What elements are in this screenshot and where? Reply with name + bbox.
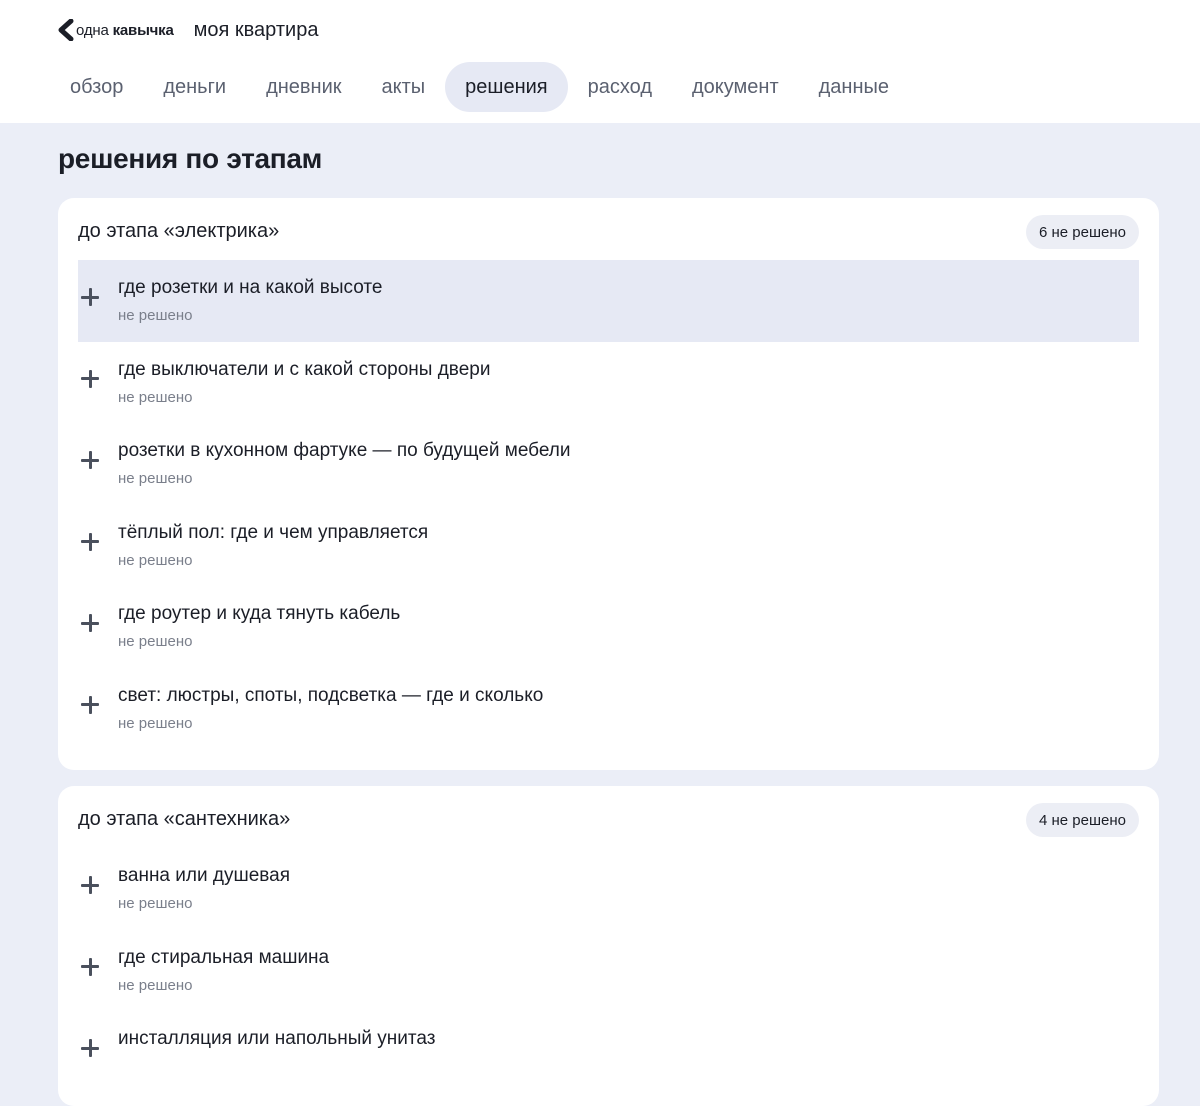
logo-text-light: одна [76, 21, 109, 39]
item-status: не решено [118, 551, 193, 569]
decision-group-electrics: до этапа «электрика» 6 не решено где роз… [58, 198, 1159, 770]
tab-expense[interactable]: расход [568, 62, 672, 112]
item-title: инсталляция или напольный унитаз [118, 1028, 436, 1050]
list-item[interactable]: розетки в кухонном фартуке — по будущей … [78, 423, 1139, 505]
plus-icon[interactable] [81, 876, 99, 894]
tab-acts[interactable]: акты [362, 62, 446, 112]
plus-icon[interactable] [81, 451, 99, 470]
plus-icon[interactable] [81, 957, 99, 976]
tab-diary[interactable]: дневник [246, 62, 361, 112]
item-title: где розетки и на какой высоте [118, 277, 383, 298]
item-status: не решено [118, 976, 193, 994]
tab-money[interactable]: деньги [143, 62, 246, 112]
item-status: не решено [118, 895, 193, 912]
group-title: до этапа «сантехника» [78, 808, 291, 830]
item-title: тёплый пол: где и чем управляется [118, 521, 429, 543]
plus-icon[interactable] [81, 369, 99, 388]
chevron-quote-icon [56, 19, 74, 41]
item-title: где стиральная машина [118, 946, 330, 968]
tab-overview[interactable]: обзор [50, 62, 143, 112]
list-item[interactable]: где выключатели и с какой стороны двери … [78, 342, 1139, 424]
list-item[interactable]: свет: люстры, споты, подсветка — где и с… [78, 668, 1139, 750]
status-badge: 6 не решено [1026, 215, 1139, 249]
group-title: до этапа «электрика» [78, 220, 280, 242]
plus-icon[interactable] [81, 288, 99, 306]
plus-icon[interactable] [81, 532, 99, 551]
item-title: где роутер и куда тянуть кабель [118, 603, 401, 625]
page-title: решения по этапам [58, 143, 323, 174]
project-name: моя квартира [193, 18, 319, 41]
item-status: не решено [118, 470, 193, 488]
decision-list: где розетки и на какой высоте не решено … [78, 260, 1139, 750]
list-item[interactable]: инсталляция или напольный унитаз [78, 1011, 1139, 1093]
decision-list: ванна или душевая не решено где стиральн… [78, 848, 1139, 1093]
item-title: ванна или душевая [118, 865, 291, 886]
item-status: не решено [118, 307, 193, 324]
plus-icon[interactable] [81, 695, 99, 714]
item-status: не решено [118, 714, 193, 732]
tab-data[interactable]: данные [799, 62, 909, 112]
item-title: свет: люстры, споты, подсветка — где и с… [118, 684, 544, 706]
list-item[interactable]: где стиральная машина не решено [78, 930, 1139, 1012]
tab-decisions[interactable]: решения [445, 62, 568, 112]
item-status: не решено [118, 633, 193, 651]
plus-icon[interactable] [81, 614, 99, 633]
app-header: одна кавычка моя квартира обзор деньги д… [0, 0, 1200, 123]
item-title: розетки в кухонном фартуке — по будущей … [118, 440, 571, 462]
decision-group-plumbing: до этапа «сантехника» 4 не решено ванна … [58, 786, 1159, 1106]
plus-icon[interactable] [81, 1039, 99, 1058]
status-badge: 4 не решено [1026, 803, 1139, 837]
brand-row: одна кавычка моя квартира [56, 16, 318, 44]
tab-bar: обзор деньги дневник акты решения расход… [50, 62, 909, 112]
item-title: где выключатели и с какой стороны двери [118, 358, 491, 380]
list-item[interactable]: где розетки и на какой высоте не решено [78, 260, 1139, 342]
list-item[interactable]: тёплый пол: где и чем управляется не реш… [78, 505, 1139, 587]
item-status: не решено [118, 388, 193, 406]
tab-document[interactable]: документ [672, 62, 799, 112]
logo-text-bold: кавычка [112, 21, 174, 39]
logo[interactable]: одна кавычка [56, 16, 174, 44]
list-item[interactable]: где роутер и куда тянуть кабель не решен… [78, 586, 1139, 668]
list-item[interactable]: ванна или душевая не решено [78, 848, 1139, 930]
